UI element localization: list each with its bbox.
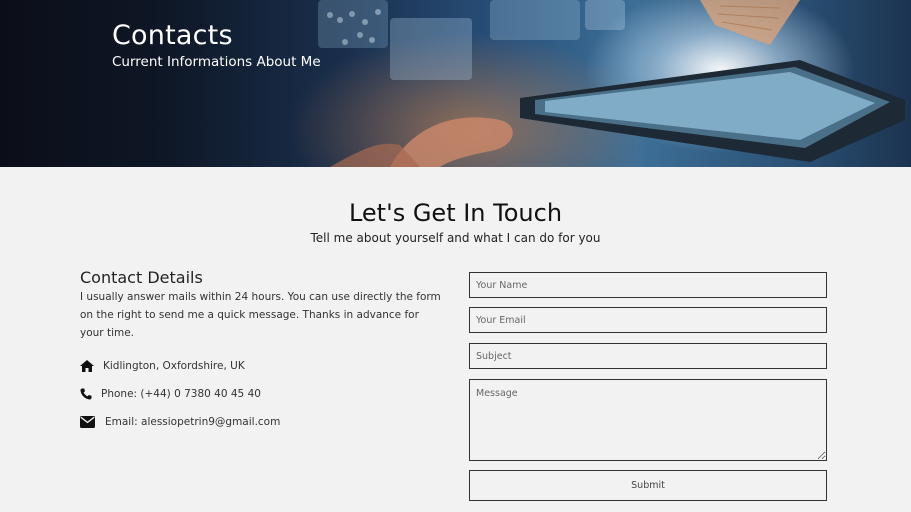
submit-button[interactable]: Submit (469, 470, 827, 501)
home-icon (80, 359, 96, 373)
section-title: Let's Get In Touch (348, 199, 563, 227)
phone-icon (80, 387, 96, 401)
page-title: Contacts (112, 20, 233, 51)
hero-banner: Contacts Current Informations About Me (0, 0, 911, 167)
email-text: Email: alessiopetrin9@gmail.com (105, 416, 281, 428)
page-subtitle: Current Informations About Me (112, 54, 321, 70)
subject-input[interactable] (469, 343, 827, 369)
phone-text: Phone: (+44) 0 7380 40 45 40 (101, 388, 261, 400)
envelope-icon (80, 415, 96, 429)
contact-details-title: Contact Details (80, 268, 203, 287)
address-text: Kidlington, Oxfordshire, UK (103, 360, 245, 372)
address-row: Kidlington, Oxfordshire, UK (80, 359, 245, 373)
name-input[interactable] (469, 272, 827, 298)
message-textarea[interactable] (469, 379, 827, 461)
section-subtitle: Tell me about yourself and what I can do… (310, 231, 601, 245)
phone-row: Phone: (+44) 0 7380 40 45 40 (80, 387, 261, 401)
contact-details-text: I usually answer mails within 24 hours. … (80, 291, 441, 339)
email-input[interactable] (469, 307, 827, 333)
email-row: Email: alessiopetrin9@gmail.com (80, 415, 280, 429)
